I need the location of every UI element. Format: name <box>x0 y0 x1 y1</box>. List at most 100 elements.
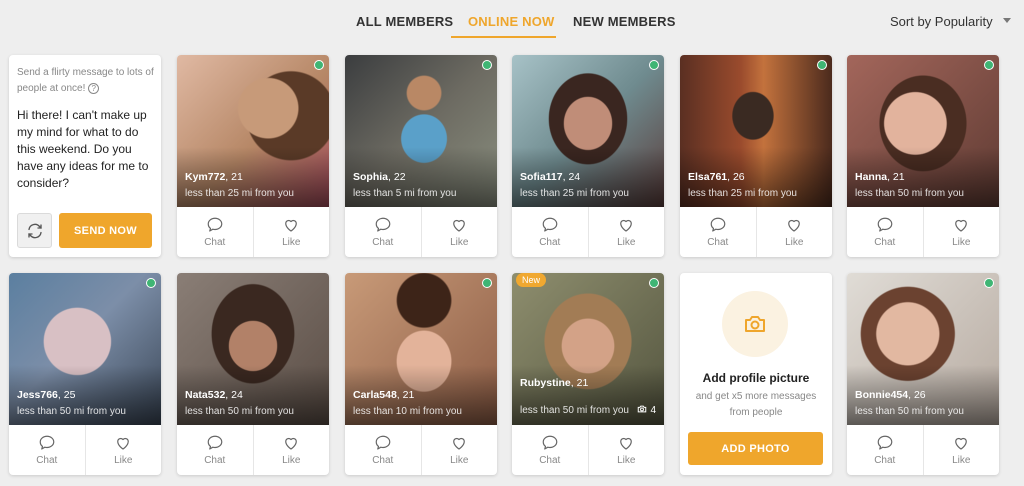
heart-icon <box>114 434 132 452</box>
member-photo[interactable]: Sophia, 22 less than 5 mi from you <box>345 55 497 207</box>
chat-button[interactable]: Chat <box>9 425 85 475</box>
member-photo[interactable]: Bonnie454, 26 less than 50 mi from you <box>847 273 999 425</box>
member-name[interactable]: Bonnie454, 26 <box>855 389 926 401</box>
like-button[interactable]: Like <box>84 425 162 475</box>
member-actions: Chat Like <box>512 207 664 257</box>
sort-dropdown[interactable]: Sort by Popularity <box>890 14 1011 29</box>
member-distance: less than 50 mi from you <box>17 406 126 417</box>
sort-label: Sort by Popularity <box>890 14 993 29</box>
online-indicator <box>482 60 492 70</box>
member-photo[interactable]: New Rubystine, 21 less than 50 mi from you… <box>512 273 664 425</box>
chat-icon <box>206 434 224 452</box>
member-username: Sophia <box>353 171 389 183</box>
online-indicator <box>314 60 324 70</box>
chat-icon <box>374 216 392 234</box>
like-label: Like <box>785 237 804 248</box>
like-label: Like <box>952 455 971 466</box>
member-photo[interactable]: Jess766, 25 less than 50 mi from you <box>9 273 161 425</box>
top-navigation: ALL MEMBERS ONLINE NOW NEW MEMBERS Sort … <box>0 0 1024 40</box>
active-tab-indicator <box>451 36 556 38</box>
like-button[interactable]: Like <box>252 425 330 475</box>
chat-label: Chat <box>539 237 561 248</box>
add-photo-button[interactable]: ADD PHOTO <box>688 432 823 465</box>
chat-button[interactable]: Chat <box>177 425 253 475</box>
online-indicator <box>649 278 659 288</box>
message-text[interactable]: Hi there! I can't make up my mind for wh… <box>17 107 157 192</box>
chat-button[interactable]: Chat <box>345 207 421 257</box>
tab-all-members[interactable]: ALL MEMBERS <box>356 14 453 29</box>
chat-button[interactable]: Chat <box>847 425 923 475</box>
like-button[interactable]: Like <box>755 207 833 257</box>
hint-text: Send a flirty message to lots of people … <box>17 67 154 94</box>
member-distance: less than 50 mi from you <box>855 188 964 199</box>
member-actions: Chat Like <box>9 425 161 475</box>
chat-label: Chat <box>204 455 226 466</box>
member-actions: Chat Like <box>847 425 999 475</box>
member-photo[interactable]: Carla548, 21 less than 10 mi from you <box>345 273 497 425</box>
chat-button[interactable]: Chat <box>847 207 923 257</box>
tab-new-members[interactable]: NEW MEMBERS <box>573 14 676 29</box>
chat-label: Chat <box>874 237 896 248</box>
member-name[interactable]: Kym772, 21 <box>185 171 243 183</box>
member-age: , 21 <box>396 389 415 401</box>
member-photo[interactable]: Elsa761, 26 less than 25 mi from you <box>680 55 832 207</box>
member-name[interactable]: Nata532, 24 <box>185 389 243 401</box>
like-button[interactable]: Like <box>587 425 665 475</box>
help-icon[interactable]: ? <box>88 83 100 94</box>
heart-icon <box>617 434 635 452</box>
like-button[interactable]: Like <box>252 207 330 257</box>
chevron-down-icon <box>1002 18 1011 24</box>
chat-label: Chat <box>372 455 394 466</box>
member-name[interactable]: Elsa761, 26 <box>688 171 745 183</box>
like-label: Like <box>952 237 971 248</box>
refresh-message-button[interactable] <box>17 213 52 248</box>
member-name[interactable]: Jess766, 25 <box>17 389 75 401</box>
member-photo[interactable]: Hanna, 21 less than 50 mi from you <box>847 55 999 207</box>
member-name[interactable]: Hanna, 21 <box>855 171 905 183</box>
like-button[interactable]: Like <box>922 425 1000 475</box>
member-photo[interactable]: Kym772, 21 less than 25 mi from you <box>177 55 329 207</box>
like-button[interactable]: Like <box>587 207 665 257</box>
send-now-button[interactable]: SEND NOW <box>59 213 152 248</box>
chat-label: Chat <box>874 455 896 466</box>
camera-circle[interactable] <box>722 291 788 357</box>
member-name[interactable]: Sophia, 22 <box>353 171 406 183</box>
member-actions: Chat Like <box>512 425 664 475</box>
member-age: , 24 <box>562 171 581 183</box>
member-actions: Chat Like <box>847 207 999 257</box>
member-card: Sofia117, 24 less than 25 mi from you Chat… <box>512 55 664 257</box>
online-indicator <box>146 278 156 288</box>
member-photo[interactable]: Nata532, 24 less than 50 mi from you <box>177 273 329 425</box>
member-name[interactable]: Rubystine, 21 <box>520 377 588 389</box>
member-distance: less than 50 mi from you <box>520 405 629 416</box>
chat-label: Chat <box>539 455 561 466</box>
like-label: Like <box>450 455 469 466</box>
member-username: Nata532 <box>185 389 226 401</box>
member-distance: less than 25 mi from you <box>688 188 797 199</box>
heart-icon <box>952 216 970 234</box>
member-age: , 26 <box>727 171 745 183</box>
member-name[interactable]: Sofia117, 24 <box>520 171 580 183</box>
member-username: Kym772 <box>185 171 226 183</box>
member-username: Sofia117 <box>520 171 563 183</box>
member-name[interactable]: Carla548, 21 <box>353 389 414 401</box>
chat-button[interactable]: Chat <box>512 425 588 475</box>
member-age: , 21 <box>225 171 243 183</box>
member-username: Elsa761 <box>688 171 728 183</box>
tab-online-now[interactable]: ONLINE NOW <box>468 14 555 29</box>
heart-icon <box>450 434 468 452</box>
chat-button[interactable]: Chat <box>345 425 421 475</box>
chat-button[interactable]: Chat <box>177 207 253 257</box>
like-button[interactable]: Like <box>420 207 498 257</box>
chat-icon <box>876 434 894 452</box>
member-age: , 24 <box>225 389 243 401</box>
member-age: , 25 <box>57 389 76 401</box>
member-username: Carla548 <box>353 389 397 401</box>
like-button[interactable]: Like <box>922 207 1000 257</box>
member-photo[interactable]: Sofia117, 24 less than 25 mi from you <box>512 55 664 207</box>
chat-button[interactable]: Chat <box>680 207 756 257</box>
chat-button[interactable]: Chat <box>512 207 588 257</box>
like-button[interactable]: Like <box>420 425 498 475</box>
chat-label: Chat <box>36 455 58 466</box>
chat-icon <box>38 434 56 452</box>
